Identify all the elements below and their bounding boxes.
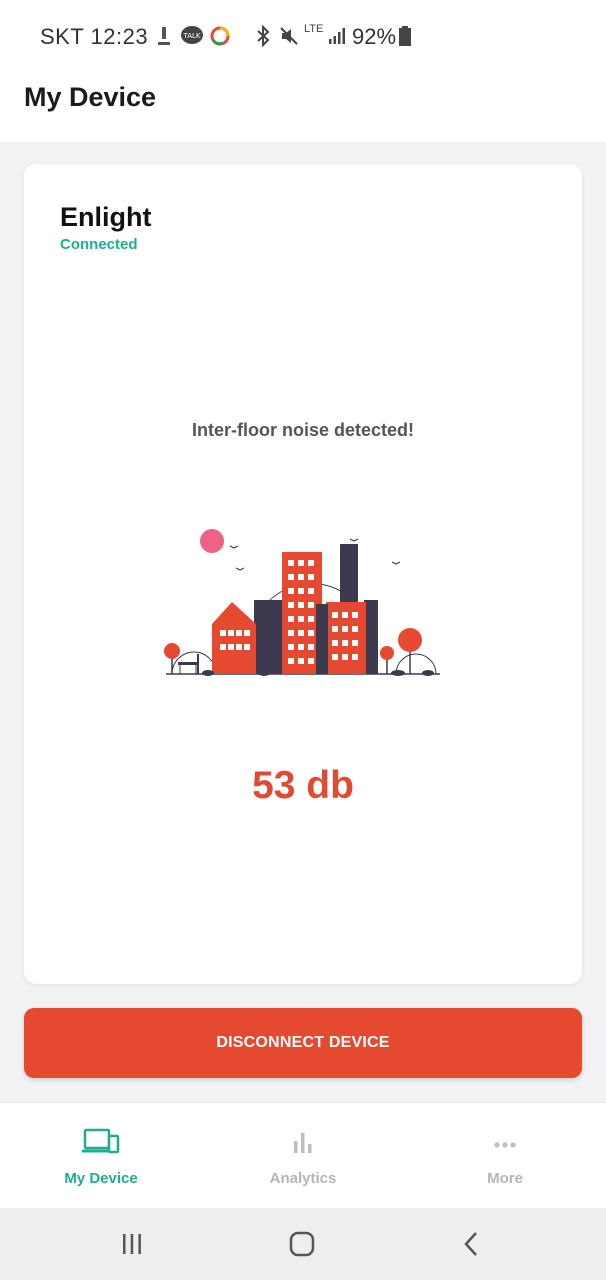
system-nav-bar <box>0 1208 606 1280</box>
tab-analytics[interactable]: Analytics <box>202 1103 404 1209</box>
city-illustration <box>164 529 440 676</box>
tab-label: My Device <box>64 1170 138 1187</box>
chrome-icon <box>210 24 230 48</box>
battery-level: 92% <box>352 24 397 49</box>
signal-icon <box>328 24 346 48</box>
connection-status: Connected <box>60 236 138 253</box>
home-icon[interactable] <box>282 1228 322 1260</box>
noise-alert-text: Inter-floor noise detected! <box>191 420 415 440</box>
kakaotalk-icon: TALK <box>180 24 204 48</box>
status-time: SKT 12:23 <box>40 24 149 49</box>
device-card: Enlight Connected Inter-floor noise dete… <box>24 164 582 984</box>
svg-text:TALK: TALK <box>182 32 200 40</box>
status-bar: SKT 12:23 TALK LTE 92% <box>0 0 606 72</box>
disconnect-device-button[interactable]: DISCONNECT DEVICE <box>24 1008 582 1078</box>
device-name: Enlight <box>60 202 152 232</box>
device-icon <box>81 1127 121 1162</box>
app-bar: My Device <box>0 72 606 142</box>
tab-my-device[interactable]: My Device <box>0 1103 202 1209</box>
recents-icon[interactable] <box>112 1228 152 1260</box>
tab-label: More <box>487 1170 523 1187</box>
back-icon[interactable] <box>452 1228 492 1260</box>
more-dots-icon <box>485 1127 525 1162</box>
bluetooth-icon <box>254 24 272 48</box>
bottom-tab-bar: My Device Analytics More <box>0 1102 606 1209</box>
tab-more[interactable]: More <box>404 1103 606 1209</box>
mute-icon <box>278 24 300 48</box>
page-title: My Device <box>24 82 157 112</box>
lte-icon: LTE <box>304 24 323 48</box>
noise-level-reading: 53 db <box>252 764 354 807</box>
download-icon <box>156 24 172 48</box>
network-label: LTE <box>304 23 324 35</box>
tab-label: Analytics <box>269 1170 337 1187</box>
battery-icon <box>398 24 412 48</box>
bar-chart-icon <box>283 1127 323 1162</box>
